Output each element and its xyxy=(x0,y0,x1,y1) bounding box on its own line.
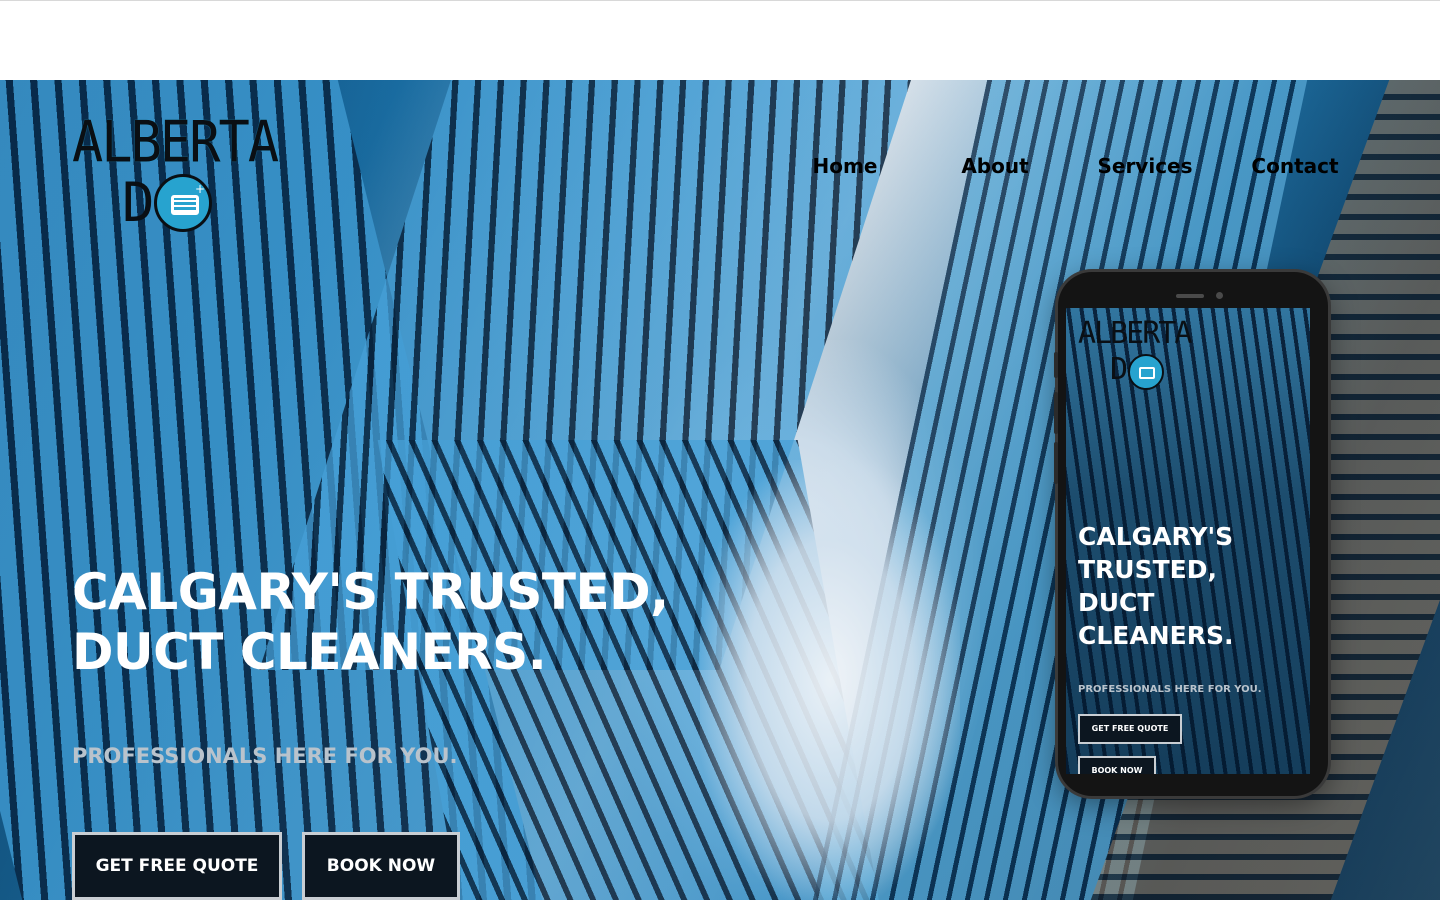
vent-grille-icon xyxy=(171,195,199,215)
hero-section: ALBERTA D + Home About Services Contact … xyxy=(0,80,1440,900)
phone-camera-icon xyxy=(1216,292,1223,299)
site-logo[interactable]: ALBERTA D + xyxy=(72,109,279,234)
phone-headline-line-4: CLEANERS. xyxy=(1078,621,1234,650)
phone-headline-line-3: DUCT xyxy=(1078,588,1155,617)
phone-side-button xyxy=(1054,352,1058,378)
phone-logo-wordmark: ALBERTA xyxy=(1078,316,1192,351)
hero-headline-line-1: CALGARY'S TRUSTED, xyxy=(72,563,669,621)
logo-wordmark: ALBERTA xyxy=(72,109,279,176)
phone-subheading: PROFESSIONALS HERE FOR YOU. xyxy=(1078,684,1262,695)
phone-mockup: ALBERTA D CALGARY'S TRUSTED, DUCT CLEANE… xyxy=(1054,272,1328,796)
phone-headline: CALGARY'S TRUSTED, DUCT CLEANERS. xyxy=(1078,520,1308,652)
phone-headline-line-1: CALGARY'S xyxy=(1078,522,1234,551)
phone-volume-up xyxy=(1054,392,1058,434)
duct-vent-icon: + xyxy=(154,174,212,232)
sky-cloud-bright xyxy=(700,460,960,900)
logo-letter: D xyxy=(122,171,155,234)
hero-subheading: PROFESSIONALS HERE FOR YOU. xyxy=(72,744,458,768)
phone-duct-vent-icon xyxy=(1128,354,1164,390)
nav-about[interactable]: About xyxy=(945,152,1045,180)
phone-vent-grille-icon xyxy=(1139,367,1155,379)
phone-headline-line-2: TRUSTED, xyxy=(1078,555,1217,584)
phone-speaker xyxy=(1176,294,1204,298)
phone-book-now-button: BOOK NOW xyxy=(1078,756,1156,774)
phone-get-free-quote-button: GET FREE QUOTE xyxy=(1078,714,1182,744)
nav-contact[interactable]: Contact xyxy=(1245,152,1345,180)
phone-logo-letter: D xyxy=(1110,352,1129,387)
phone-screen: ALBERTA D CALGARY'S TRUSTED, DUCT CLEANE… xyxy=(1066,308,1310,774)
phone-volume-down xyxy=(1054,442,1058,484)
get-free-quote-button[interactable]: GET FREE QUOTE xyxy=(72,832,282,900)
sparkle-icon: + xyxy=(194,182,205,196)
nav-home[interactable]: Home xyxy=(800,152,890,180)
top-white-bar xyxy=(0,0,1440,80)
hero-headline-line-2: DUCT CLEANERS. xyxy=(72,623,547,681)
book-now-button[interactable]: BOOK NOW xyxy=(302,832,460,900)
hero-headline: CALGARY'S TRUSTED, DUCT CLEANERS. xyxy=(72,562,692,682)
nav-services[interactable]: Services xyxy=(1090,152,1200,180)
